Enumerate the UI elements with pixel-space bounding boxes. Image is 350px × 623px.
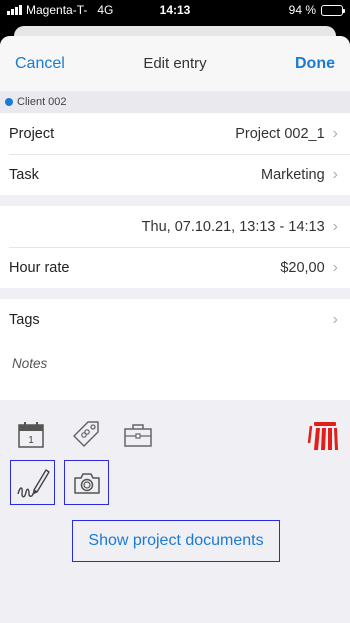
chevron-right-icon: › [332,310,338,328]
camera-icon [73,472,100,494]
time-rate-group: Thu, 07.10.21, 13:13 - 14:13 › Hour rate… [0,206,350,288]
section-gap [0,288,350,299]
tags-label: Tags [9,311,40,328]
hour-rate-row[interactable]: Hour rate $20,00 › [0,247,350,288]
chevron-right-icon: › [332,124,338,142]
chevron-right-icon: › [332,165,338,183]
battery-icon [321,4,345,16]
signature-button[interactable] [10,460,55,505]
time-range-row[interactable]: Thu, 07.10.21, 13:13 - 14:13 › [0,206,350,247]
done-button[interactable]: Done [295,55,335,73]
project-row[interactable]: Project Project 002_1 › [0,113,350,154]
calendar-button[interactable]: 1 [16,420,46,450]
tags-row[interactable]: Tags › [0,299,350,340]
client-name: Client 002 [17,96,67,108]
chevron-right-icon: › [332,217,338,235]
tag-icon [73,421,99,447]
navigation-bar: Cancel Edit entry Done [0,36,350,91]
status-bar: Magenta-T- 4G 14:13 94 % [0,0,350,20]
calendar-icon: 1 [18,422,44,448]
calendar-day: 1 [28,435,34,446]
hour-rate-label: Hour rate [9,259,70,276]
show-project-documents-button[interactable]: Show project documents [72,520,280,562]
task-value: Marketing [261,166,325,183]
briefcase-icon [124,424,152,447]
time-range-value: Thu, 07.10.21, 13:13 - 14:13 [141,218,325,235]
project-label: Project [9,125,55,142]
trash-icon [307,422,338,450]
notes-field[interactable]: Notes [0,340,350,400]
tags-notes-group: Tags › Notes [0,299,350,400]
delete-button[interactable] [306,418,342,454]
tag-button[interactable] [70,418,102,450]
signature-icon [16,468,50,497]
briefcase-button[interactable] [122,420,154,450]
project-task-group: Project Project 002_1 › Task Marketing › [0,113,350,195]
client-color-dot [5,98,13,106]
battery-status: 94 % [288,3,345,17]
project-value: Project 002_1 [235,125,325,142]
chevron-right-icon: › [332,258,338,276]
battery-percent: 94 % [288,3,316,17]
camera-button[interactable] [64,460,109,505]
hour-rate-value: $20,00 [280,259,325,276]
section-gap [0,195,350,206]
client-header: Client 002 [0,91,350,113]
task-row[interactable]: Task Marketing › [0,154,350,195]
task-label: Task [9,166,39,183]
